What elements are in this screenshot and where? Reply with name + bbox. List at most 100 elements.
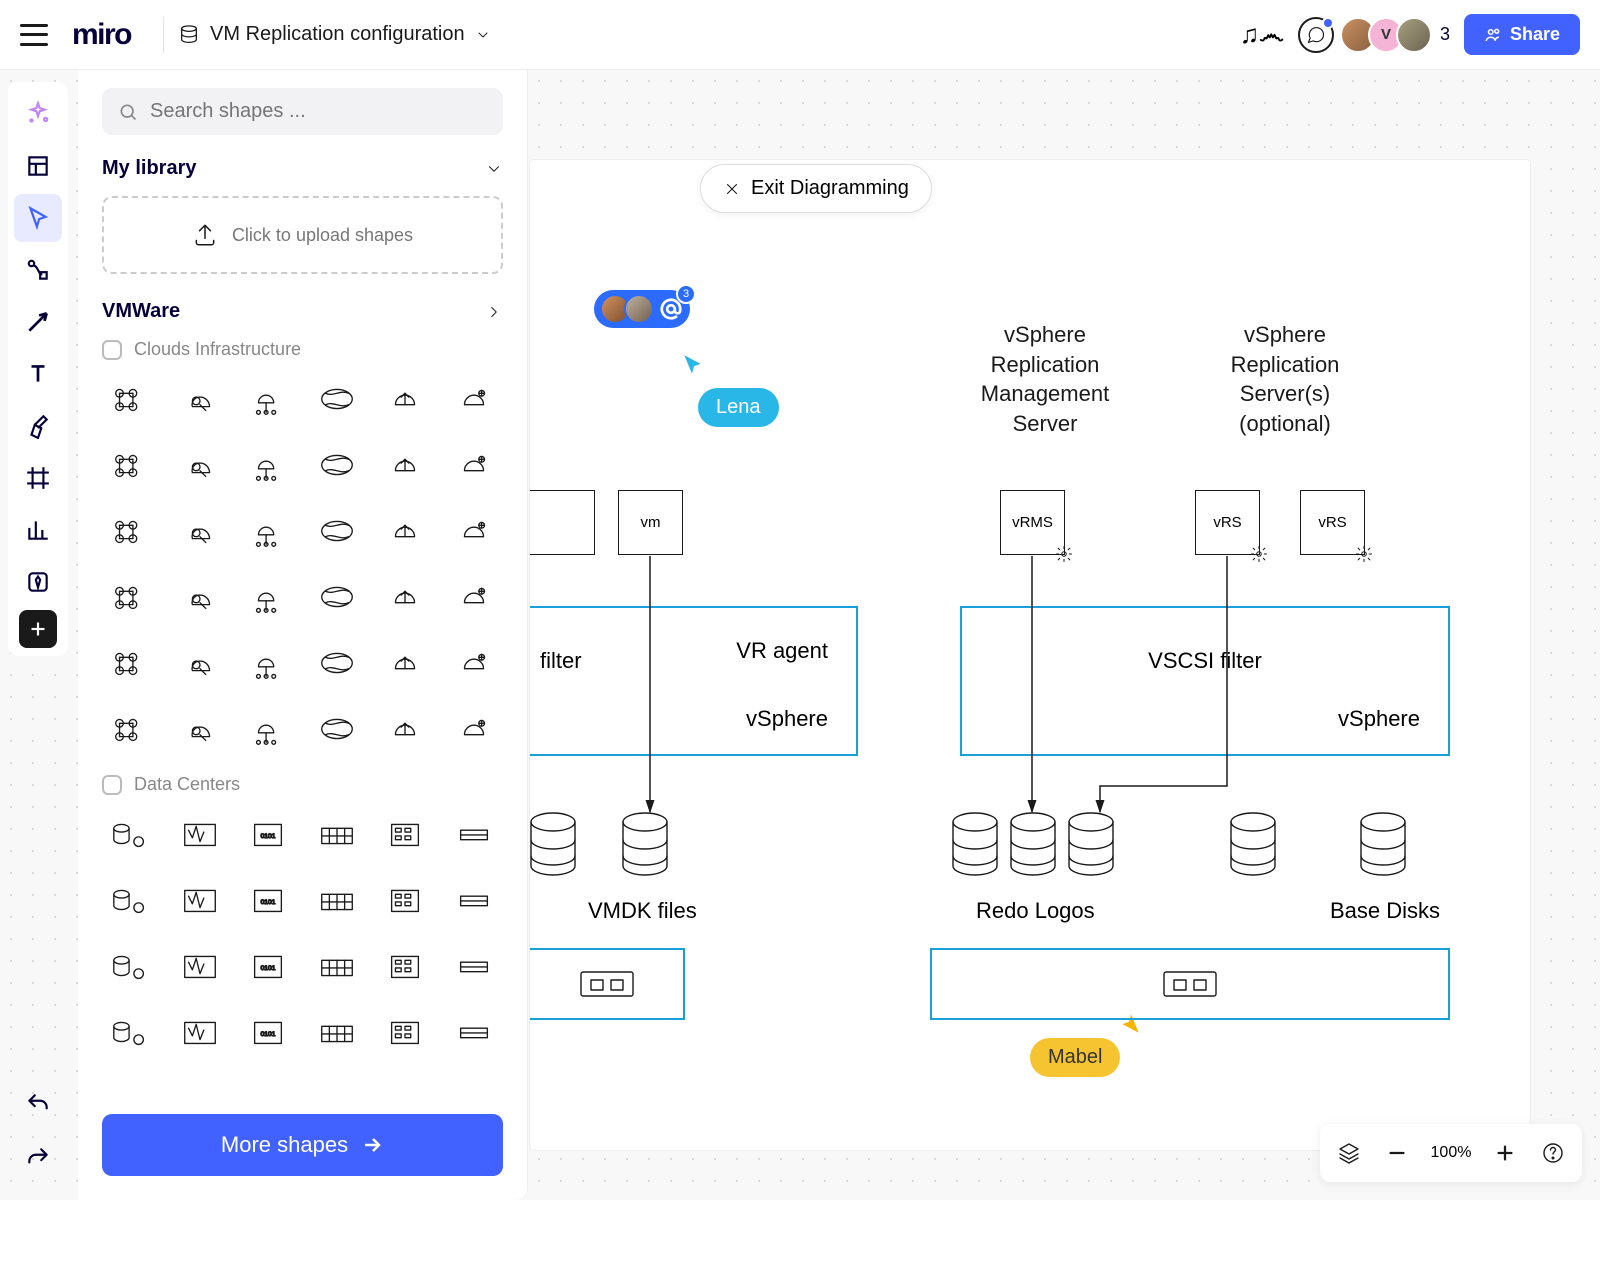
undo-button[interactable]: [14, 1080, 62, 1128]
shape-thumb[interactable]: [445, 372, 504, 426]
diagram-node-vrs[interactable]: vRS: [1195, 490, 1260, 555]
shape-thumb[interactable]: [308, 438, 367, 492]
share-button[interactable]: Share: [1464, 14, 1580, 55]
help-button[interactable]: [1532, 1132, 1574, 1174]
diagram-node-vrs[interactable]: vRS: [1300, 490, 1365, 555]
shape-thumb[interactable]: [308, 702, 367, 756]
shape-thumb[interactable]: [308, 807, 367, 861]
shape-thumb[interactable]: [308, 570, 367, 624]
frame-tool[interactable]: [14, 454, 62, 502]
shape-thumb[interactable]: [102, 1005, 161, 1059]
shape-thumb[interactable]: 0101: [239, 1005, 298, 1059]
shape-thumb[interactable]: [308, 372, 367, 426]
shape-thumb[interactable]: [308, 939, 367, 993]
shape-thumb[interactable]: [171, 939, 230, 993]
shape-thumb[interactable]: [102, 636, 161, 690]
shape-thumb[interactable]: [376, 372, 435, 426]
zoom-level[interactable]: 100%: [1424, 1132, 1478, 1174]
checkbox-icon[interactable]: [102, 775, 122, 795]
shape-thumb[interactable]: [308, 873, 367, 927]
add-tool[interactable]: [19, 610, 57, 648]
shape-thumb[interactable]: [376, 636, 435, 690]
storage-icon[interactable]: [1010, 812, 1060, 882]
storage-icon[interactable]: [530, 812, 580, 882]
shape-thumb[interactable]: [445, 807, 504, 861]
layers-button[interactable]: [1328, 1132, 1370, 1174]
shape-thumb[interactable]: [171, 372, 230, 426]
shape-thumb[interactable]: [445, 873, 504, 927]
clouds-category[interactable]: Clouds Infrastructure: [102, 339, 503, 360]
redo-button[interactable]: [14, 1134, 62, 1182]
app-tool[interactable]: [14, 558, 62, 606]
diagram-net-left[interactable]: [530, 948, 685, 1020]
flow-tool[interactable]: [14, 246, 62, 294]
text-tool[interactable]: [14, 350, 62, 398]
shape-thumb[interactable]: [445, 570, 504, 624]
storage-icon[interactable]: [952, 812, 1002, 882]
shape-thumb[interactable]: [376, 873, 435, 927]
shape-thumb[interactable]: [308, 1005, 367, 1059]
upload-shapes-area[interactable]: Click to upload shapes: [102, 196, 503, 274]
exit-diagramming-button[interactable]: Exit Diagramming: [700, 164, 932, 213]
vmware-section[interactable]: VMWare: [102, 300, 503, 323]
shape-thumb[interactable]: [239, 438, 298, 492]
arrow-tool[interactable]: [14, 298, 62, 346]
collab-bubble[interactable]: 3: [594, 290, 690, 328]
my-library-section[interactable]: My library: [102, 157, 503, 180]
shape-thumb[interactable]: [239, 372, 298, 426]
shape-thumb[interactable]: [376, 702, 435, 756]
shape-thumb[interactable]: [445, 504, 504, 558]
board-title[interactable]: VM Replication configuration: [210, 23, 491, 46]
shape-thumb[interactable]: [445, 702, 504, 756]
shape-thumb[interactable]: [171, 636, 230, 690]
datacenters-category[interactable]: Data Centers: [102, 774, 503, 795]
shape-thumb[interactable]: [102, 873, 161, 927]
shape-thumb[interactable]: [376, 438, 435, 492]
more-shapes-button[interactable]: More shapes: [102, 1114, 503, 1176]
shape-thumb[interactable]: [239, 702, 298, 756]
diagram-node[interactable]: [530, 490, 595, 555]
shape-thumb[interactable]: [171, 438, 230, 492]
comments-button[interactable]: [1298, 17, 1334, 53]
shape-search[interactable]: [102, 88, 503, 135]
shape-thumb[interactable]: [239, 570, 298, 624]
marker-tool[interactable]: [14, 402, 62, 450]
template-tool[interactable]: [14, 142, 62, 190]
zoom-in-button[interactable]: [1484, 1132, 1526, 1174]
cursor-tool[interactable]: [14, 194, 62, 242]
shape-thumb[interactable]: [171, 702, 230, 756]
diagram-node-vm[interactable]: vm: [618, 490, 683, 555]
shape-search-input[interactable]: [150, 100, 487, 123]
ai-tool[interactable]: [14, 90, 62, 138]
storage-icon[interactable]: [1230, 812, 1280, 882]
shape-thumb[interactable]: [308, 504, 367, 558]
storage-icon[interactable]: [1360, 812, 1410, 882]
shape-thumb[interactable]: 0101: [239, 807, 298, 861]
shape-thumb[interactable]: [376, 1005, 435, 1059]
shape-thumb[interactable]: [445, 1005, 504, 1059]
shape-thumb[interactable]: [171, 504, 230, 558]
storage-icon[interactable]: [1068, 812, 1118, 882]
diagram-container-left[interactable]: filter VR agent vSphere: [530, 606, 858, 756]
shape-thumb[interactable]: [171, 570, 230, 624]
shape-thumb[interactable]: [102, 570, 161, 624]
shape-thumb[interactable]: [102, 702, 161, 756]
shape-thumb[interactable]: [376, 504, 435, 558]
shape-thumb[interactable]: [102, 807, 161, 861]
shape-thumb[interactable]: [102, 438, 161, 492]
storage-icon[interactable]: [622, 812, 672, 882]
shape-thumb[interactable]: [171, 873, 230, 927]
diagram-node-vrms[interactable]: vRMS: [1000, 490, 1065, 555]
shape-thumb[interactable]: [102, 504, 161, 558]
shape-thumb[interactable]: [171, 807, 230, 861]
shape-thumb[interactable]: [445, 636, 504, 690]
shape-thumb[interactable]: [239, 636, 298, 690]
zoom-out-button[interactable]: [1376, 1132, 1418, 1174]
shape-thumb[interactable]: [376, 570, 435, 624]
shape-thumb[interactable]: [102, 939, 161, 993]
chart-tool[interactable]: [14, 506, 62, 554]
shape-thumb[interactable]: [308, 636, 367, 690]
shape-thumb[interactable]: [376, 939, 435, 993]
checkbox-icon[interactable]: [102, 340, 122, 360]
music-icon[interactable]: ♫෴: [1240, 19, 1284, 51]
